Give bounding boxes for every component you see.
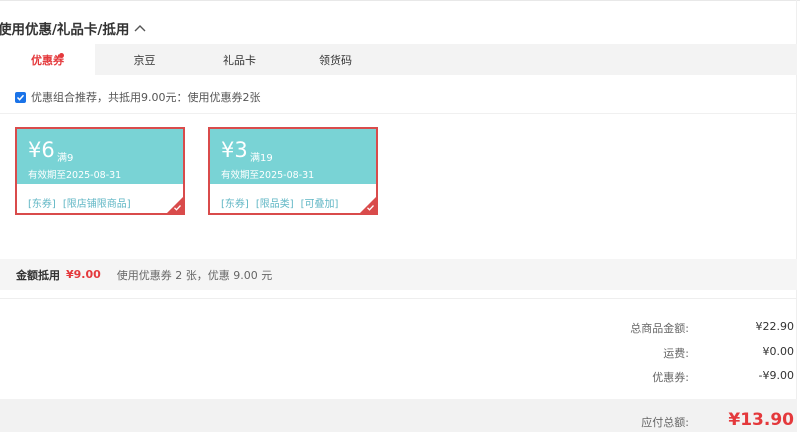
section-title: 使用优惠/礼品卡/抵用 xyxy=(0,22,130,38)
top-divider xyxy=(0,0,800,1)
coupon-discount-label: 优惠券: xyxy=(652,371,689,384)
shipping-row: 运费: ¥0.00 xyxy=(0,345,797,361)
coupon-tags: [东券] [限店铺限商品] xyxy=(28,195,131,210)
coupon-tag: [限店铺限商品] xyxy=(62,199,131,210)
coupon-tag: [可叠加] xyxy=(300,199,339,210)
tab-label: 领货码 xyxy=(319,53,352,67)
chevron-up-icon[interactable] xyxy=(132,20,148,36)
recommend-row: 优惠组合推荐，共抵用9.00元：使用优惠券2张 xyxy=(15,89,261,105)
tab-jingdou[interactable]: 京豆 xyxy=(97,44,192,75)
coupon-card[interactable]: ¥6 满9 有效期至2025-08-31 [东券] [限店铺限商品] xyxy=(15,127,185,215)
divider xyxy=(0,298,797,299)
coupon-discount-value: -¥9.00 xyxy=(758,369,794,382)
tab-label: 京豆 xyxy=(133,53,156,67)
coupon-validity: 有效期至2025-08-31 xyxy=(221,170,315,181)
payable-value: ¥13.90 xyxy=(728,410,794,430)
coupon-validity: 有效期至2025-08-31 xyxy=(28,170,122,181)
coupon-discount-row: 优惠券: -¥9.00 xyxy=(0,369,797,385)
coupon-tag: [东券] xyxy=(221,199,249,210)
summary-amount: ¥9.00 xyxy=(66,268,101,281)
coupon-condition: 满19 xyxy=(250,153,273,164)
goods-total-value: ¥22.90 xyxy=(755,320,795,333)
coupon-tags: [东券] [限品类] [可叠加] xyxy=(221,195,338,210)
section-header[interactable]: 使用优惠/礼品卡/抵用 xyxy=(0,18,148,38)
recommend-text: 优惠组合推荐，共抵用9.00元：使用优惠券2张 xyxy=(31,91,261,104)
goods-total-label: 总商品金额: xyxy=(630,322,689,335)
coupon-card[interactable]: ¥3 满19 有效期至2025-08-31 [东券] [限品类] [可叠加] xyxy=(208,127,378,215)
checkmark-icon xyxy=(367,205,374,211)
coupon-amount: ¥3 xyxy=(221,138,248,162)
checkmark-icon xyxy=(174,205,181,211)
goods-total-row: 总商品金额: ¥22.90 xyxy=(0,320,797,336)
divider xyxy=(0,113,797,114)
coupon-amount: ¥6 xyxy=(28,138,55,162)
check-icon xyxy=(16,94,25,101)
shipping-value: ¥0.00 xyxy=(762,345,795,358)
recommend-checkbox[interactable] xyxy=(15,91,26,103)
tab-coupons[interactable]: 优惠券 xyxy=(0,44,95,76)
discount-summary: 金额抵用 ¥9.00 使用优惠券 2 张，优惠 9.00 元 xyxy=(0,259,797,290)
tab-bar: 优惠券 京豆 礼品卡 领货码 xyxy=(0,44,797,76)
coupon-tag: [限品类] xyxy=(255,199,294,210)
tab-label: 礼品卡 xyxy=(223,53,256,67)
tab-gift-card[interactable]: 礼品卡 xyxy=(192,44,287,75)
coupon-condition: 满9 xyxy=(57,153,74,164)
payable-label: 应付总额: xyxy=(641,416,689,429)
coupon-header: ¥6 满9 有效期至2025-08-31 xyxy=(17,129,183,184)
tab-redemption-code[interactable]: 领货码 xyxy=(288,44,383,75)
summary-description: 使用优惠券 2 张，优惠 9.00 元 xyxy=(116,268,273,282)
coupon-header: ¥3 满19 有效期至2025-08-31 xyxy=(210,129,376,184)
payable-total-bar: 应付总额: ¥13.90 xyxy=(0,399,797,432)
notification-dot xyxy=(59,53,64,58)
coupon-tag: [东券] xyxy=(28,199,56,210)
shipping-label: 运费: xyxy=(663,347,689,360)
summary-label: 金额抵用 xyxy=(16,268,60,282)
